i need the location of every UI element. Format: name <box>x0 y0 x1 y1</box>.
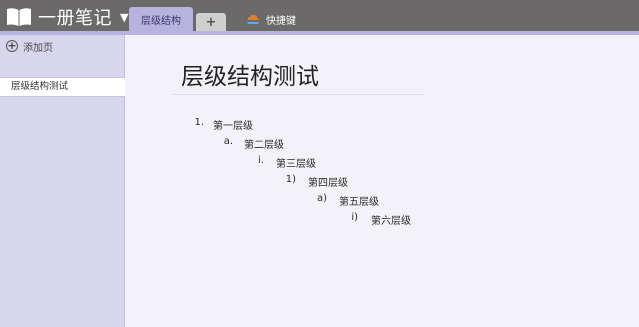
list-marker: 1. <box>194 117 204 128</box>
list-item[interactable]: a. 第二层级 <box>220 136 284 151</box>
notebook-selector[interactable]: 一册笔记 ▼ <box>6 4 128 30</box>
list-item[interactable]: 1. 第一层级 <box>190 117 253 132</box>
notebook-name: 一册笔记 <box>38 8 112 29</box>
sidebar-page-label: 层级结构测试 <box>11 81 69 92</box>
caret-down-icon: ▼ <box>120 10 129 24</box>
sidebar-page-item[interactable]: 层级结构测试 <box>0 77 125 97</box>
list-item-text: 第三层级 <box>276 159 316 170</box>
list-marker: 1) <box>285 174 296 185</box>
list-item-text: 第六层级 <box>371 216 411 227</box>
list-item[interactable]: i) 第六层级 <box>346 212 411 227</box>
list-item-text: 第二层级 <box>244 140 284 151</box>
shortcuts-label: 快捷键 <box>266 15 296 27</box>
list-marker: i. <box>258 155 264 166</box>
plus-circle-icon: + <box>6 39 18 52</box>
list-marker: i) <box>351 212 358 223</box>
add-page-button[interactable]: + 添加页 <box>6 38 53 54</box>
list-item[interactable]: a) 第五层级 <box>313 193 379 208</box>
add-page-label: 添加页 <box>23 42 53 54</box>
list-item[interactable]: i. 第三层级 <box>251 155 316 170</box>
list-item-text: 第五层级 <box>339 197 379 208</box>
list-marker: a) <box>316 193 327 204</box>
title-divider <box>172 94 424 95</box>
tab-section-hierarchy[interactable]: 层级结构 <box>129 7 193 31</box>
add-section-label: + <box>205 14 217 30</box>
list-marker: a. <box>223 136 233 147</box>
book-icon <box>7 8 31 26</box>
add-section-button[interactable]: + <box>196 13 226 31</box>
page-title[interactable]: 层级结构测试 <box>181 57 319 91</box>
list-item-text: 第四层级 <box>308 178 348 189</box>
list-item[interactable]: 1) 第四层级 <box>281 174 348 189</box>
shortcuts-button[interactable]: 快捷键 <box>246 10 296 28</box>
tab-label: 层级结构 <box>141 15 181 27</box>
cloud-icon <box>247 14 259 24</box>
list-item-text: 第一层级 <box>213 121 253 132</box>
